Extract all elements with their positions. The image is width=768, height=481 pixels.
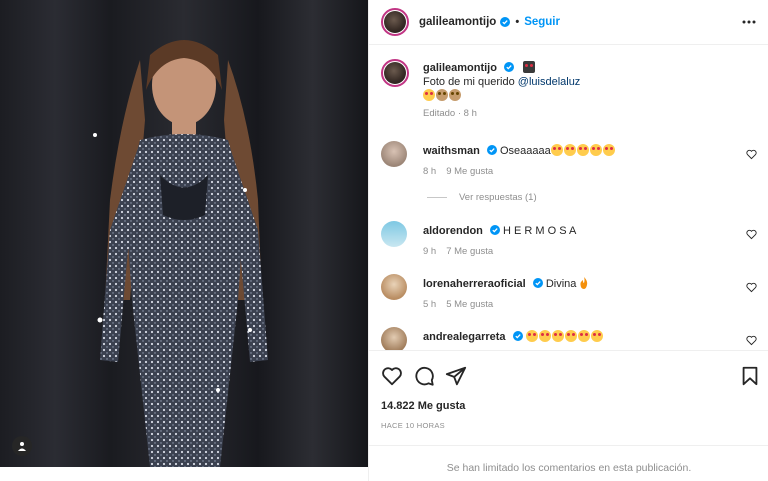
comment-likes[interactable]: 9 Me gusta — [446, 166, 493, 177]
comment-likes[interactable]: 7 Me gusta — [446, 246, 493, 257]
heart-eyes-emoji-icon — [577, 330, 590, 342]
caption-username[interactable]: galileamontijo — [423, 62, 497, 74]
author-avatar[interactable] — [381, 8, 409, 36]
heart-eyes-emoji-icon — [551, 330, 564, 342]
fire-emoji-icon — [580, 277, 588, 289]
heart-eyes-emoji-icon — [564, 330, 577, 342]
heart-eyes-emoji-icon — [550, 144, 563, 156]
comment-emojis — [550, 144, 616, 157]
caption-meta: Editado · 8 h — [423, 108, 477, 119]
see-no-evil-emoji-icon — [436, 89, 448, 101]
more-icon[interactable] — [741, 14, 757, 30]
post-header: galileamontijo • Seguir — [369, 0, 768, 45]
heart-eyes-emoji-icon — [602, 144, 615, 156]
author-username[interactable]: galileamontijo — [419, 16, 496, 28]
emoji-icon — [523, 61, 536, 73]
tagged-user-icon[interactable] — [12, 436, 32, 456]
heart-icon[interactable] — [746, 335, 757, 346]
heart-icon[interactable] — [746, 229, 757, 240]
separator-dot: • — [515, 16, 520, 28]
comment-time: 9 h — [423, 246, 437, 257]
caption-mention[interactable]: @luisdelaluz — [518, 76, 581, 88]
heart-eyes-emoji-icon — [589, 144, 602, 156]
heart-icon[interactable] — [746, 282, 757, 293]
heart-icon[interactable] — [381, 365, 403, 387]
comment-time: 5 h — [423, 299, 437, 310]
heart-icon[interactable] — [746, 149, 757, 160]
heart-eyes-emoji-icon — [538, 330, 551, 342]
photo-bottom-strip — [0, 467, 368, 481]
heart-eyes-emoji-icon — [563, 144, 576, 156]
comment-avatar[interactable] — [381, 327, 407, 350]
comment-avatar[interactable] — [381, 221, 407, 247]
verified-icon — [512, 331, 523, 341]
comments-feed[interactable]: galileamontijo Foto de mi querido @luisd… — [369, 45, 768, 350]
caption-avatar[interactable] — [381, 59, 409, 87]
heart-eyes-emoji-icon — [525, 330, 538, 342]
comment-time: 8 h — [423, 166, 437, 177]
photo-image — [0, 0, 368, 467]
view-replies-label: Ver respuestas (1) — [459, 192, 537, 203]
verified-icon — [532, 278, 543, 288]
heart-eyes-emoji-icon — [590, 330, 603, 342]
comment-avatar[interactable] — [381, 274, 407, 300]
verified-icon — [504, 62, 515, 72]
caption-text: Foto de mi querido — [423, 76, 518, 88]
instagram-post: galileamontijo • Seguir galileamontijo F… — [0, 0, 768, 481]
comment-username[interactable]: andrealegarreta — [423, 331, 506, 343]
verified-icon — [486, 145, 497, 155]
likes-count[interactable]: 14.822 Me gusta — [381, 400, 465, 412]
view-replies-button[interactable]: Ver respuestas (1) — [427, 192, 537, 203]
comment-text: Divina — [545, 278, 577, 290]
verified-icon — [489, 225, 500, 235]
comment-username[interactable]: lorenaherreraoficial — [423, 278, 526, 290]
share-icon[interactable] — [445, 365, 467, 387]
comments-limited-notice: Se han limitado los comentarios en esta … — [369, 445, 768, 481]
caption-emojis — [423, 89, 753, 103]
heart-eyes-emoji-icon — [576, 144, 589, 156]
comment-icon[interactable] — [413, 365, 435, 387]
post-timestamp: HACE 10 HORAS — [381, 421, 445, 430]
post-sidebar: galileamontijo • Seguir galileamontijo F… — [368, 0, 768, 481]
comment-likes[interactable]: 5 Me gusta — [446, 299, 493, 310]
action-bar: 14.822 Me gusta HACE 10 HORAS — [369, 350, 768, 445]
post-photo[interactable] — [0, 0, 368, 481]
bookmark-icon[interactable] — [739, 365, 761, 387]
see-no-evil-emoji-icon — [449, 89, 461, 101]
verified-icon — [500, 17, 511, 27]
comment-text: Oseaaaaa — [499, 145, 551, 157]
comment-avatar[interactable] — [381, 141, 407, 167]
follow-button[interactable]: Seguir — [524, 16, 560, 28]
comment-username[interactable]: aldorendon — [423, 225, 483, 237]
replies-divider — [427, 197, 447, 198]
comment-text: H E R M O S A — [503, 225, 577, 237]
heart-eyes-emoji-icon — [423, 89, 435, 101]
comment-emojis — [525, 330, 604, 343]
comment-username[interactable]: waithsman — [423, 145, 480, 157]
